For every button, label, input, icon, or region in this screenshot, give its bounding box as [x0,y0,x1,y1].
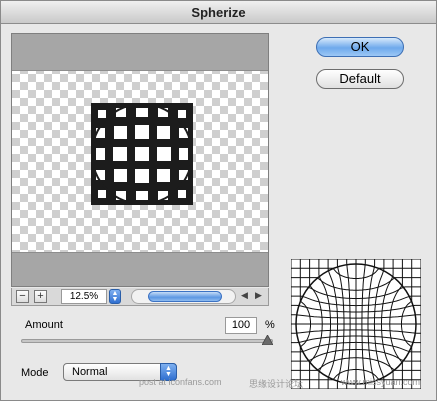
distortion-grid-preview [291,259,421,389]
scroll-right-icon[interactable]: ▶ [255,290,262,301]
preview-canvas[interactable] [11,33,269,287]
amount-unit: % [265,319,275,331]
scroll-left-icon[interactable]: ◀ [241,290,248,301]
amount-slider-thumb[interactable] [262,335,273,345]
preview-band-top [12,34,268,71]
watermark-right: www.missyuan.com [341,377,421,387]
zoom-bar: − + 12.5% ▲ ▼ ◀ ▶ [11,288,269,306]
spherize-dialog: Spherize − + 12.5% ▲ ▼ ◀ ▶ OK Default Am… [0,0,437,401]
zoom-in-button[interactable]: + [34,290,47,303]
amount-label: Amount [25,319,63,331]
preview-band-bottom [12,252,268,286]
zoom-out-button[interactable]: − [16,290,29,303]
spherized-grid-preview [91,103,193,205]
plus-icon: + [37,290,44,302]
dialog-title: Spherize [1,1,436,24]
up-down-arrows-icon: ▲ ▼ [111,290,119,303]
watermark-left: post at iconfans.com [139,377,222,387]
scrollbar-thumb[interactable] [148,291,222,302]
zoom-level-field[interactable]: 12.5% [61,289,107,304]
mode-label: Mode [21,367,49,379]
amount-input[interactable]: 100 [225,317,257,334]
mode-value: Normal [72,366,108,378]
zoom-stepper[interactable]: ▲ ▼ [109,289,121,304]
minus-icon: − [19,290,26,302]
amount-slider-track[interactable] [21,339,273,343]
horizontal-scrollbar[interactable] [131,289,236,304]
ok-button[interactable]: OK [316,37,404,57]
default-button[interactable]: Default [316,69,404,89]
watermark-middle: 思缘设计论坛 [249,379,304,389]
